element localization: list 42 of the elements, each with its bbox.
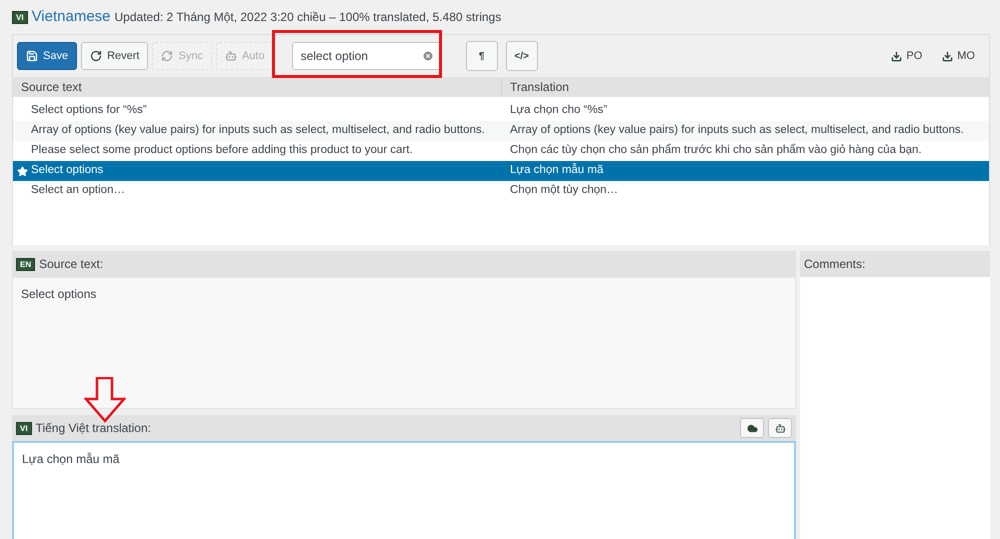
download-link[interactable]: PO bbox=[885, 48, 928, 64]
translation-cell-text: Chọn các tùy chọn cho sản phẩm trước khi cho sản phẩm vào giỏ hàng của bạn. bbox=[509, 142, 923, 158]
column-header[interactable]: Source text bbox=[13, 78, 501, 96]
translation-cell-text: Array of options (key value pairs) for inputs such as select, multiselect, and radio buttons. bbox=[509, 123, 965, 138]
save-button[interactable]: Save bbox=[17, 42, 78, 70]
sync-icon bbox=[161, 50, 174, 62]
download-icon bbox=[891, 50, 902, 62]
panel-label: Comments: bbox=[804, 256, 866, 273]
robot-icon bbox=[774, 422, 786, 434]
cloud-icon bbox=[746, 422, 758, 434]
language-flag: EN bbox=[16, 258, 36, 270]
arrow-annotation bbox=[84, 377, 126, 423]
column-header[interactable]: Translation bbox=[501, 78, 989, 96]
source-text: Select options bbox=[21, 287, 96, 301]
language-title[interactable]: Vietnamese bbox=[32, 6, 111, 28]
update-status: Updated: 2 Tháng Một, 2022 3:20 chiều – 100% translated, 5.480 strings bbox=[114, 9, 502, 26]
source-cell-text: Select options bbox=[31, 163, 104, 178]
translation-cell-text: Lựa chọn mẫu mã bbox=[509, 162, 604, 178]
star-icon bbox=[16, 166, 28, 176]
revert-button[interactable]: Revert bbox=[81, 42, 148, 70]
translation-cell-text: Lựa chọn cho “%s” bbox=[509, 103, 608, 118]
string-row[interactable]: Array of options (key value pairs) for inputs such as select, multiselect, and radio buttons. Array of options (key value pairs) for inputs such as select, multiselect, and radio buttons. bbox=[13, 121, 989, 141]
panel-label: Tiếng Việt translation: bbox=[36, 420, 151, 437]
source-cell-text: Array of options (key value pairs) for inputs such as select, multiselect, and radio buttons. bbox=[31, 123, 485, 138]
code-view-toggle[interactable]: </> bbox=[506, 41, 538, 71]
robot-button[interactable] bbox=[768, 418, 792, 438]
cloud-button[interactable] bbox=[740, 418, 764, 438]
panel-label: Source text: bbox=[39, 256, 104, 273]
string-row[interactable]: Select options Lựa chọn mẫu mã bbox=[13, 161, 989, 181]
search-field[interactable]: select option bbox=[292, 42, 442, 70]
invisibles-toggle[interactable]: ¶ bbox=[466, 41, 498, 71]
translation-field[interactable]: Lựa chọn mẫu mã bbox=[12, 441, 796, 539]
source-cell-text: Please select some product options before adding this product to your cart. bbox=[31, 143, 413, 158]
language-flag: VI bbox=[16, 422, 32, 434]
source-cell-text: Select options for “%s” bbox=[31, 103, 147, 118]
download-link[interactable]: MO bbox=[936, 48, 981, 64]
language-flag: VI bbox=[12, 10, 28, 24]
robot-icon bbox=[224, 50, 237, 62]
download-icon bbox=[942, 50, 954, 62]
rotate-icon bbox=[90, 50, 102, 62]
translation-cell-text: Chọn một tùy chọn… bbox=[509, 183, 620, 198]
source-cell-text: Select an option… bbox=[31, 183, 125, 198]
